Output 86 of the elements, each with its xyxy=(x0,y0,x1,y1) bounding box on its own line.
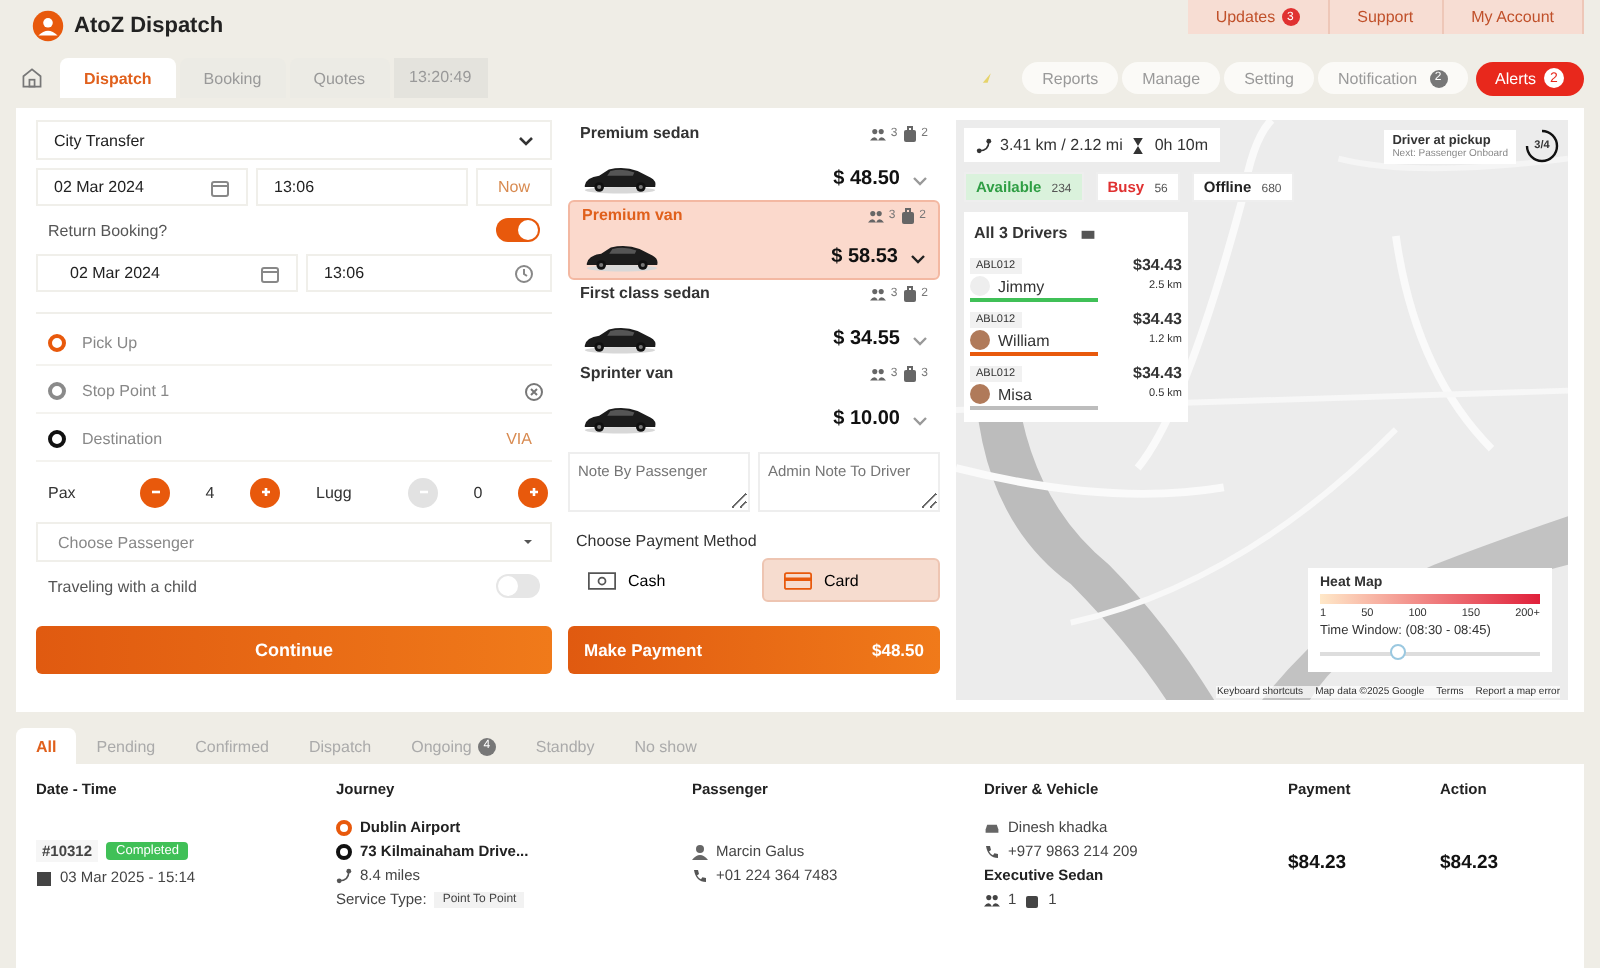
toggle-switch[interactable] xyxy=(496,218,540,242)
action-amount: $84.23 xyxy=(1440,852,1501,874)
luggage-icon xyxy=(899,207,916,223)
continue-button[interactable]: Continue xyxy=(36,626,552,674)
counter-value: 4 xyxy=(203,483,217,501)
drivers-title: All 3 Drivers xyxy=(974,224,1068,242)
route-duration: 0h 10m xyxy=(1154,136,1209,154)
people-icon xyxy=(868,207,885,223)
location-field[interactable]: Destination xyxy=(78,428,495,450)
counter-label: Lugg xyxy=(316,483,354,501)
nav-link[interactable]: Reports xyxy=(1022,62,1119,94)
child-label: Traveling with a child xyxy=(48,577,197,595)
plus-icon xyxy=(257,484,273,500)
time-field[interactable]: 13:06 xyxy=(306,254,552,292)
slider-thumb[interactable] xyxy=(1389,644,1405,660)
toggle-switch[interactable] xyxy=(496,574,540,598)
hourglass-icon xyxy=(1130,137,1147,153)
fare-text: $34.43 xyxy=(1133,364,1182,382)
via-link[interactable]: VIA xyxy=(506,430,532,448)
counter-label: Pax xyxy=(48,483,78,501)
route-icon xyxy=(976,137,992,153)
vehicle-name: Premium van xyxy=(582,206,683,224)
payment-amount: $84.23 xyxy=(1288,852,1349,874)
destination-marker-icon xyxy=(336,843,352,859)
vehicle-price: $ 58.53 xyxy=(831,246,898,268)
clock-text: 13:20:49 xyxy=(393,58,488,98)
passenger-select[interactable]: Choose Passenger xyxy=(36,522,552,562)
luggage-icon xyxy=(901,125,918,141)
app-title: AtoZ Dispatch xyxy=(74,14,224,38)
home-icon[interactable] xyxy=(20,66,44,90)
nav-link[interactable]: Manage xyxy=(1122,62,1221,94)
time-field[interactable]: 13:06 xyxy=(256,168,468,206)
vehicle-price: $ 48.50 xyxy=(833,168,900,190)
luggage-icon xyxy=(901,285,918,301)
phone-icon xyxy=(692,867,708,883)
driver-name: Misa xyxy=(998,385,1032,403)
vehicle-price: $ 10.00 xyxy=(833,408,900,430)
caret-icon xyxy=(520,534,536,550)
service-select[interactable]: City Transfer xyxy=(36,120,552,160)
payment-method-label: Choose Payment Method xyxy=(576,532,759,550)
location-field[interactable]: Pick Up xyxy=(78,332,544,354)
location-field[interactable]: Stop Point 1 xyxy=(78,380,512,402)
car-icon xyxy=(984,819,1000,835)
plus-icon xyxy=(525,484,541,500)
route-distance: 3.41 km / 2.12 mi xyxy=(1000,136,1123,154)
now-button[interactable]: Now xyxy=(476,168,553,206)
date-field[interactable]: 02 Mar 2024 xyxy=(36,254,298,292)
vehicle-price: $ 34.55 xyxy=(833,328,900,350)
driver-name: Jimmy xyxy=(998,277,1045,295)
cash-icon xyxy=(588,571,616,589)
credit-card-icon xyxy=(784,571,812,589)
person-icon xyxy=(692,843,708,859)
vehicle-name: First class sedan xyxy=(580,284,710,302)
route-icon xyxy=(336,867,352,883)
minus-button[interactable] xyxy=(140,477,170,507)
people-icon xyxy=(870,365,887,381)
fare-text: $34.43 xyxy=(1133,310,1182,328)
plus-button[interactable] xyxy=(250,477,280,507)
nav-link[interactable]: Setting xyxy=(1224,62,1314,94)
luggage-icon xyxy=(901,365,918,381)
progress-ring-icon xyxy=(1524,128,1560,164)
luggage-icon xyxy=(1024,891,1041,907)
counter-value: 0 xyxy=(471,483,485,501)
logo-icon xyxy=(32,10,64,42)
chevron-down-icon xyxy=(518,132,534,148)
tab[interactable]: Dispatch xyxy=(60,58,176,98)
return-label: Return Booking? xyxy=(48,221,168,239)
people-icon xyxy=(870,125,887,141)
payment-method-option[interactable]: Card xyxy=(762,558,940,602)
plus-button[interactable] xyxy=(518,477,548,507)
pickup-marker-icon xyxy=(336,819,352,835)
remove-icon[interactable] xyxy=(524,381,544,401)
make-payment-button[interactable]: Make Payment $48.50 xyxy=(568,626,940,674)
vehicle-name: Premium sedan xyxy=(580,124,700,142)
top-link[interactable]: Support xyxy=(1329,0,1444,34)
people-icon xyxy=(870,285,887,301)
top-link[interactable]: My Account xyxy=(1443,0,1584,34)
driver-name: William xyxy=(998,331,1050,349)
clock-icon xyxy=(514,263,534,283)
people-icon xyxy=(984,891,1000,907)
tab[interactable]: All xyxy=(16,728,77,764)
fare-text: $34.43 xyxy=(1133,256,1182,274)
date-field[interactable]: 02 Mar 2024 xyxy=(36,168,248,206)
phone-icon xyxy=(984,843,1000,859)
chevron-down-icon[interactable] xyxy=(910,249,926,265)
vehicle-name: Sprinter van xyxy=(580,364,674,382)
